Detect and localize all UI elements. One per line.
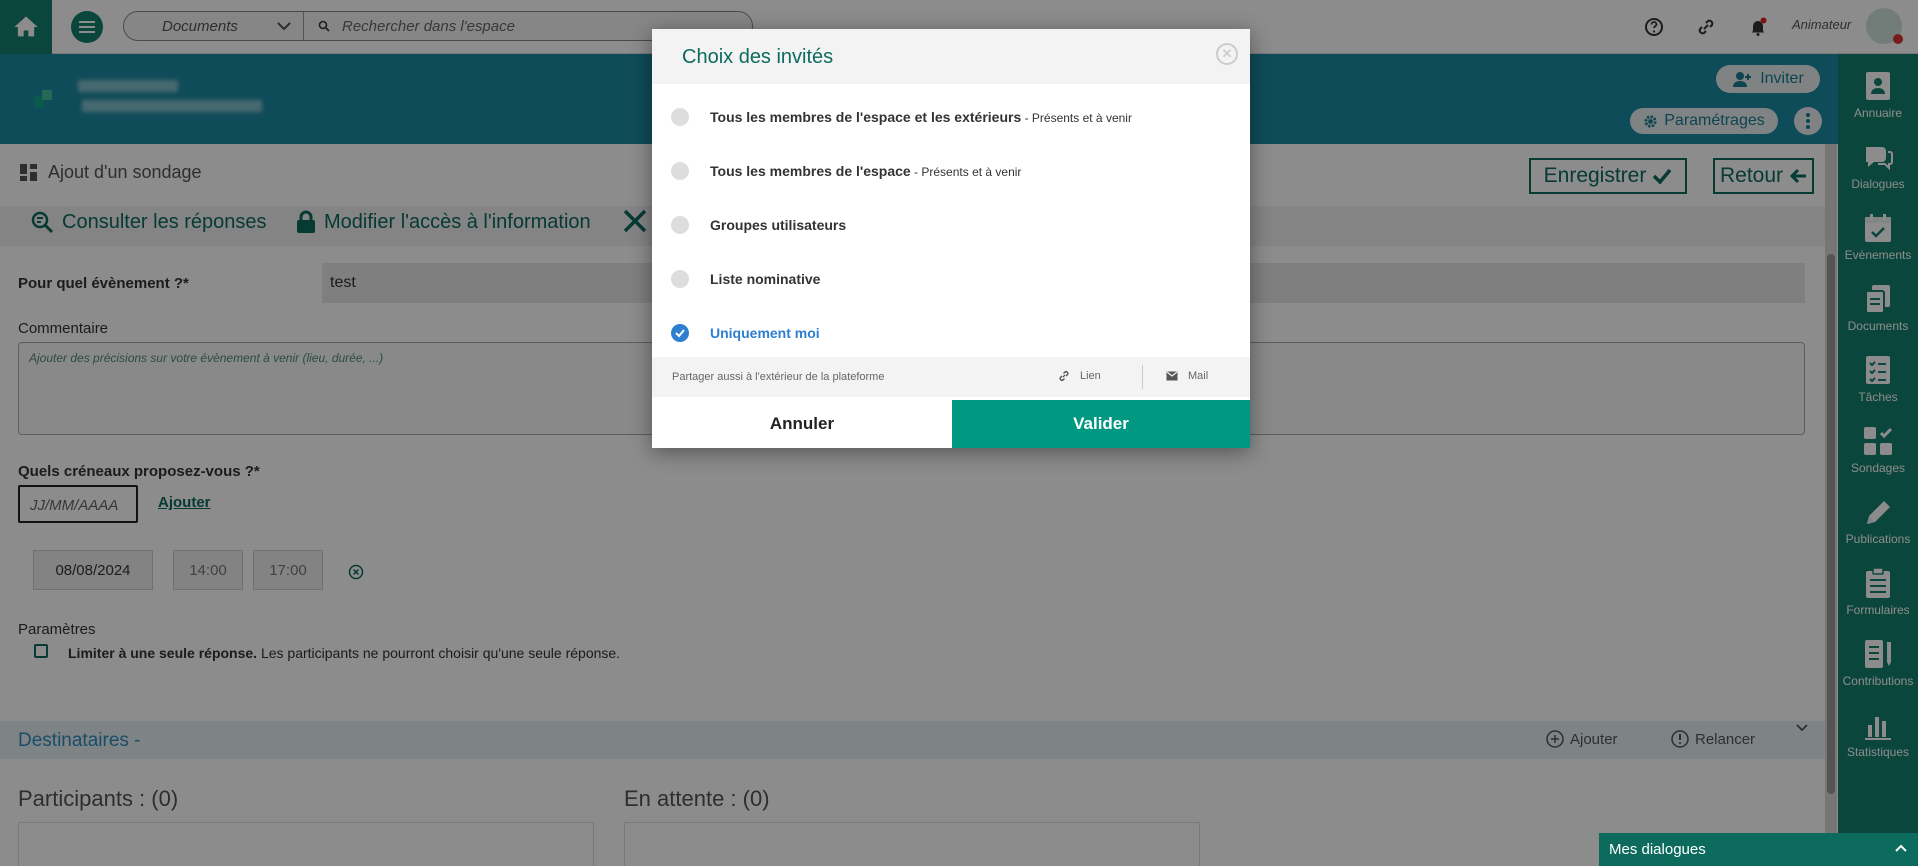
check-icon [675, 329, 685, 338]
option-label: Liste nominative [710, 271, 821, 287]
option-user-groups[interactable]: Groupes utilisateurs [652, 198, 1250, 252]
option-label: Groupes utilisateurs [710, 217, 847, 233]
radio-button[interactable] [671, 162, 689, 180]
my-dialogs-bar[interactable]: Mes dialogues [1599, 833, 1918, 866]
share-link-button[interactable]: Lien [1058, 370, 1101, 382]
radio-button[interactable] [671, 108, 689, 126]
mail-icon [1166, 371, 1178, 381]
share-mail-button[interactable]: Mail [1166, 370, 1208, 382]
share-link-label: Lien [1080, 370, 1101, 382]
radio-button-selected[interactable] [671, 324, 689, 342]
my-dialogs-label: Mes dialogues [1609, 841, 1706, 858]
close-button[interactable]: ✕ [1216, 43, 1238, 65]
option-only-me[interactable]: Uniquement moi [652, 306, 1250, 360]
option-label: Tous les membres de l'espace - Présents … [710, 163, 1022, 179]
radio-button[interactable] [671, 216, 689, 234]
close-icon: ✕ [1221, 46, 1233, 61]
guests-modal: Choix des invités ✕ Tous les membres de … [652, 29, 1250, 448]
option-named-list[interactable]: Liste nominative [652, 252, 1250, 306]
divider [1142, 365, 1143, 389]
modal-title: Choix des invités [682, 46, 834, 68]
share-text: Partager aussi à l'extérieur de la plate… [672, 371, 885, 383]
chevron-up-icon [1895, 844, 1907, 852]
link-icon [1059, 371, 1069, 381]
cancel-button[interactable]: Annuler [652, 400, 952, 448]
confirm-button[interactable]: Valider [952, 400, 1250, 448]
option-all-members[interactable]: Tous les membres de l'espace - Présents … [652, 144, 1250, 198]
share-external-row: Partager aussi à l'extérieur de la plate… [652, 357, 1250, 397]
radio-button[interactable] [671, 270, 689, 288]
option-label: Uniquement moi [710, 325, 820, 341]
option-all-members-external[interactable]: Tous les membres de l'espace et les exté… [652, 90, 1250, 144]
share-mail-label: Mail [1188, 370, 1209, 382]
option-label: Tous les membres de l'espace et les exté… [710, 109, 1132, 125]
